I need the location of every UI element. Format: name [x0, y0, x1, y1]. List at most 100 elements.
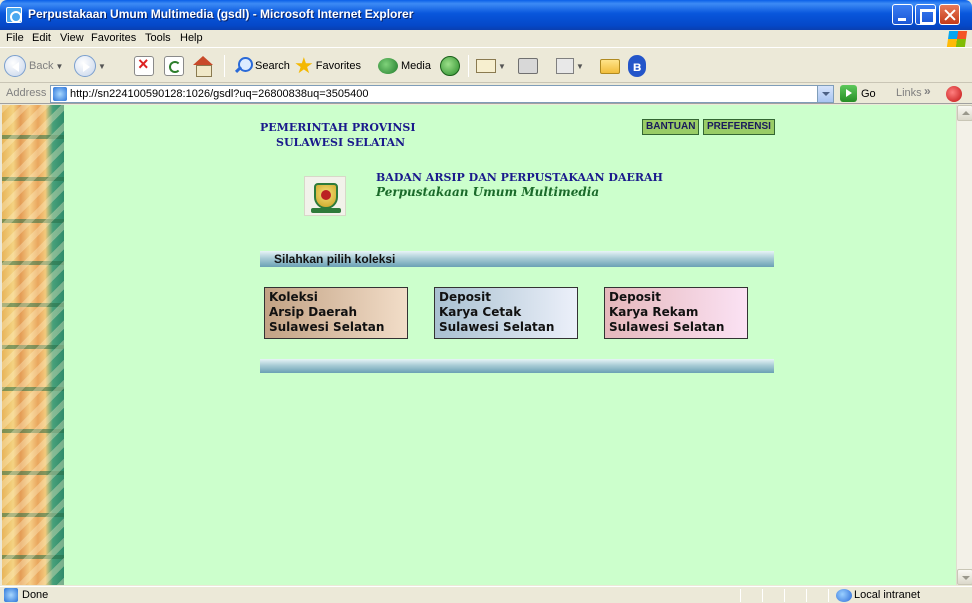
address-input[interactable]: http://sn224100590128:1026/gsdl?uq=26800…: [50, 85, 834, 103]
back-button[interactable]: Back ▼: [4, 54, 63, 78]
collection-label-line: Koleksi: [269, 290, 318, 304]
status-divider: [784, 589, 785, 602]
province-heading: PEMERINTAH PROVINSI SULAWESI SELATAN: [260, 120, 420, 150]
history-button[interactable]: [440, 54, 460, 78]
help-button[interactable]: BANTUAN: [642, 119, 700, 135]
stop-button[interactable]: [134, 54, 154, 78]
collection-label-line: Karya Rekam: [609, 305, 699, 319]
windows-logo-icon: [946, 31, 968, 47]
search-label: Search: [255, 60, 290, 72]
print-button[interactable]: [518, 54, 538, 78]
vertical-scrollbar[interactable]: [956, 105, 972, 585]
toolbar-divider: [224, 55, 225, 77]
menu-file[interactable]: File: [6, 32, 24, 44]
bluetooth-icon: ʙ: [628, 55, 646, 77]
agency-name: BADAN ARSIP DAN PERPUSTAKAAN DAERAH: [376, 171, 663, 184]
mail-button[interactable]: ▼: [476, 54, 506, 78]
province-line-1: PEMERINTAH PROVINSI: [260, 121, 416, 134]
internet-explorer-icon: [6, 7, 22, 23]
folder-button[interactable]: [600, 54, 620, 78]
go-arrow-icon: [840, 85, 857, 102]
folder-icon: [600, 58, 620, 74]
collection-label-line: Arsip Daerah: [269, 305, 357, 319]
collection-label-line: Deposit: [439, 290, 491, 304]
menu-edit[interactable]: Edit: [32, 32, 51, 44]
favorites-button[interactable]: ★ Favorites: [294, 54, 361, 78]
translate-icon[interactable]: [946, 86, 962, 102]
media-icon: [378, 58, 398, 74]
toolbar-divider: [468, 55, 469, 77]
preferences-button[interactable]: PREFERENSI: [703, 119, 775, 135]
menu-favorites[interactable]: Favorites: [91, 32, 136, 44]
collection-label-line: Sulawesi Selatan: [609, 320, 725, 334]
edit-button[interactable]: ▼: [556, 54, 584, 78]
collection-button-karya-rekam[interactable]: Deposit Karya Rekam Sulawesi Selatan: [604, 287, 748, 339]
history-icon: [440, 56, 460, 76]
media-label: Media: [401, 60, 431, 72]
window-title: Perpustakaan Umum Multimedia (gsdl) - Mi…: [28, 7, 414, 21]
menu-tools[interactable]: Tools: [145, 32, 171, 44]
chevron-down-icon: ▼: [55, 61, 64, 71]
forward-arrow-icon: [74, 55, 96, 77]
refresh-icon: [164, 56, 184, 76]
browser-window: Perpustakaan Umum Multimedia (gsdl) - Mi…: [0, 0, 972, 603]
minimize-button[interactable]: [892, 4, 913, 25]
scroll-up-button[interactable]: [957, 105, 972, 121]
address-bar: Address http://sn224100590128:1026/gsdl?…: [0, 84, 972, 104]
status-divider: [762, 589, 763, 602]
chevron-down-icon: ▼: [98, 61, 106, 71]
forward-button[interactable]: ▼: [74, 54, 106, 78]
collection-label-line: Karya Cetak: [439, 305, 522, 319]
section-footer-bar: [260, 359, 774, 373]
status-divider: [806, 589, 807, 602]
collection-label-line: Sulawesi Selatan: [269, 320, 385, 334]
maximize-button[interactable]: [915, 4, 936, 25]
address-label: Address: [6, 87, 47, 99]
status-bar: Done Local intranet: [0, 586, 972, 603]
go-button[interactable]: Go: [840, 85, 876, 102]
local-intranet-icon: [836, 589, 852, 602]
collection-button-arsip-daerah[interactable]: Koleksi Arsip Daerah Sulawesi Selatan: [264, 287, 408, 339]
province-emblem-logo: [304, 176, 346, 216]
standard-toolbar: Back ▼ ▼ Search ★ Favorites Media ▼: [0, 49, 972, 83]
favorites-star-icon: ★: [294, 53, 314, 78]
emblem-shield-icon: [314, 183, 338, 209]
collection-label-line: Sulawesi Selatan: [439, 320, 555, 334]
title-bar[interactable]: Perpustakaan Umum Multimedia (gsdl) - Mi…: [0, 0, 972, 30]
search-button[interactable]: Search: [234, 54, 290, 78]
print-icon: [518, 58, 538, 74]
status-divider: [828, 589, 829, 602]
status-divider: [740, 589, 741, 602]
home-button[interactable]: [192, 54, 214, 78]
status-text: Done: [22, 589, 49, 601]
chevron-down-icon: ▼: [576, 61, 584, 71]
collection-label-line: Deposit: [609, 290, 661, 304]
refresh-button[interactable]: [164, 54, 184, 78]
address-dropdown-button[interactable]: [817, 86, 833, 102]
library-name: Perpustakaan Umum Multimedia: [376, 185, 600, 199]
emblem-base: [311, 208, 341, 213]
page-done-icon: [4, 588, 18, 602]
page-viewport: PEMERINTAH PROVINSI SULAWESI SELATAN BAN…: [2, 105, 956, 585]
bluetooth-button[interactable]: ʙ: [628, 54, 646, 78]
favorites-label: Favorites: [315, 60, 361, 72]
search-icon: [234, 57, 253, 75]
menu-bar: File Edit View Favorites Tools Help: [0, 30, 972, 48]
collection-button-karya-cetak[interactable]: Deposit Karya Cetak Sulawesi Selatan: [434, 287, 578, 339]
edit-page-icon: [556, 58, 574, 74]
back-arrow-icon: [4, 55, 26, 77]
security-zone: Local intranet: [854, 589, 921, 601]
chevron-down-icon: ▼: [498, 61, 506, 71]
home-icon: [192, 56, 214, 77]
menu-view[interactable]: View: [60, 32, 84, 44]
stop-icon: [134, 54, 154, 76]
address-url[interactable]: http://sn224100590128:1026/gsdl?uq=26800…: [70, 88, 369, 100]
scroll-down-button[interactable]: [957, 569, 972, 585]
go-label: Go: [861, 87, 876, 100]
close-button[interactable]: [939, 4, 960, 25]
menu-help[interactable]: Help: [180, 32, 203, 44]
decorative-border: [2, 105, 64, 585]
links-label[interactable]: Links: [896, 87, 922, 99]
media-button[interactable]: Media: [378, 54, 431, 78]
links-chevron-icon[interactable]: »: [924, 84, 931, 98]
